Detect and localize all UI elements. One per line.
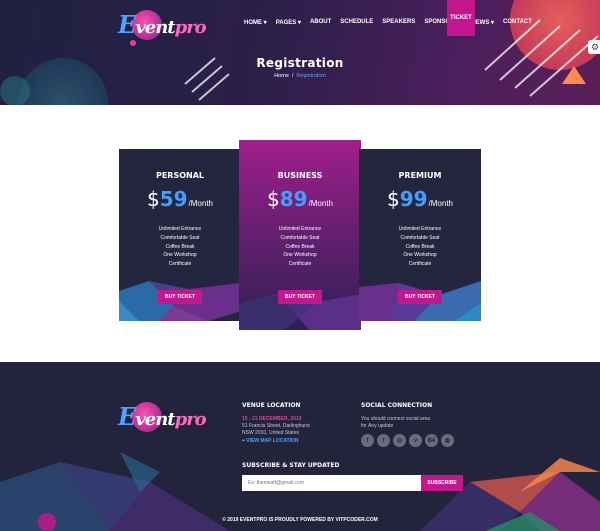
logo-text: Eventpro <box>118 402 207 431</box>
event-date: 15 - 21 DECEMBER, 2019 <box>242 416 302 422</box>
breadcrumb-separator: / <box>291 73 294 79</box>
site-footer: Eventpro Venue Location 15 - 21 DECEMBER… <box>0 362 600 531</box>
instagram-icon[interactable]: ◎ <box>393 434 406 447</box>
email-field[interactable] <box>242 475 422 491</box>
feature-list: Unlimited Entrance Comfortable Seat Coff… <box>239 225 361 269</box>
nav-item-about[interactable]: About <box>310 19 331 26</box>
list-item: Comfortable Seat <box>280 234 320 241</box>
list-item: Certificate <box>288 261 312 268</box>
list-item: Unlimited Entrance <box>398 226 442 232</box>
plan-price: $89/Month <box>266 187 334 211</box>
map-pin-icon: ⌖ <box>242 438 245 444</box>
list-item: Coffee Break <box>405 243 435 250</box>
buy-ticket-button[interactable]: Buy Ticket <box>398 290 442 304</box>
hero-banner: Eventpro Home ▾ Pages ▾ About Schedule S… <box>0 0 600 105</box>
list-item: Unlimited Entrance <box>278 226 322 232</box>
breadcrumb: Home / Registration <box>0 73 600 79</box>
decorative-lines <box>184 19 599 101</box>
venue-heading: Venue Location <box>242 402 301 409</box>
list-item: Unlimited Entrance <box>158 226 202 232</box>
feature-list: Unlimited Entrance Comfortable Seat Coff… <box>119 225 241 269</box>
list-item: One Workshop <box>403 252 437 259</box>
list-item: One Workshop <box>283 252 317 259</box>
gear-icon[interactable]: ⚙ <box>588 40 600 54</box>
breadcrumb-home[interactable]: Home <box>274 73 289 79</box>
list-item: Coffee Break <box>165 243 195 250</box>
logo-text: Eventpro <box>118 10 207 39</box>
subscribe-heading: Subscribe & Stay Updated <box>242 462 340 469</box>
nav-item-pages[interactable]: Pages ▾ <box>276 19 301 26</box>
twitter-icon[interactable]: t <box>377 434 390 447</box>
copyright: © 2019 EVENTPRO IS PROUDLY POWERED BY VI… <box>222 517 378 523</box>
plan-name: Business <box>277 171 323 180</box>
plan-name: Personal <box>155 171 205 180</box>
nav-item-schedule[interactable]: Schedule <box>340 19 373 26</box>
list-item: One Workshop <box>163 252 197 259</box>
plan-price: $59/Month <box>146 187 214 211</box>
subscribe-button[interactable]: Subscribe <box>421 475 463 491</box>
view-map-link[interactable]: ⌖ View Map Location <box>242 438 299 444</box>
decorative-polygons <box>0 452 600 531</box>
pricing-card-business: Business $89/Month Unlimited Entrance Co… <box>239 140 361 330</box>
breadcrumb-current: Registration <box>296 73 326 79</box>
buy-ticket-button[interactable]: Buy Ticket <box>278 290 322 304</box>
behance-icon[interactable]: Bē <box>425 434 438 447</box>
main-nav: Home ▾ Pages ▾ About Schedule Speakers S… <box>244 19 532 26</box>
pricing-card-personal: Personal $59/Month Unlimited Entrance Co… <box>119 149 241 321</box>
list-item: Certificate <box>168 261 192 268</box>
list-item: Certificate <box>408 261 432 268</box>
social-icons: f t ◎ v Bē ◍ <box>361 434 454 447</box>
footer-logo[interactable]: Eventpro <box>118 398 207 438</box>
list-item: Coffee Break <box>285 243 315 250</box>
pricing-card-premium: Premium $99/Month Unlimited Entrance Com… <box>359 149 481 321</box>
pricing-section: Personal $59/Month Unlimited Entrance Co… <box>0 105 600 362</box>
site-logo[interactable]: Eventpro <box>118 6 207 46</box>
buy-ticket-button[interactable]: Buy Ticket <box>158 290 202 304</box>
vimeo-icon[interactable]: v <box>409 434 422 447</box>
ticket-button[interactable]: TICKET <box>447 0 475 36</box>
dribbble-icon[interactable]: ◍ <box>441 434 454 447</box>
social-text: You should connect social area for Any u… <box>361 416 431 429</box>
list-item: Comfortable Seat <box>400 234 440 241</box>
feature-list: Unlimited Entrance Comfortable Seat Coff… <box>359 225 481 269</box>
nav-item-contact[interactable]: Contact <box>503 19 532 26</box>
plan-name: Premium <box>398 171 442 180</box>
nav-item-speakers[interactable]: Speakers <box>382 19 415 26</box>
social-heading: Social Connection <box>361 402 433 409</box>
page-title: Registration <box>256 56 344 70</box>
plan-price: $99/Month <box>386 187 454 211</box>
nav-item-home[interactable]: Home ▾ <box>244 19 267 26</box>
list-item: Comfortable Seat <box>160 234 200 241</box>
facebook-icon[interactable]: f <box>361 434 374 447</box>
venue-address: 51 Francis Street, Darlinghurst NSW 2010… <box>242 423 310 436</box>
